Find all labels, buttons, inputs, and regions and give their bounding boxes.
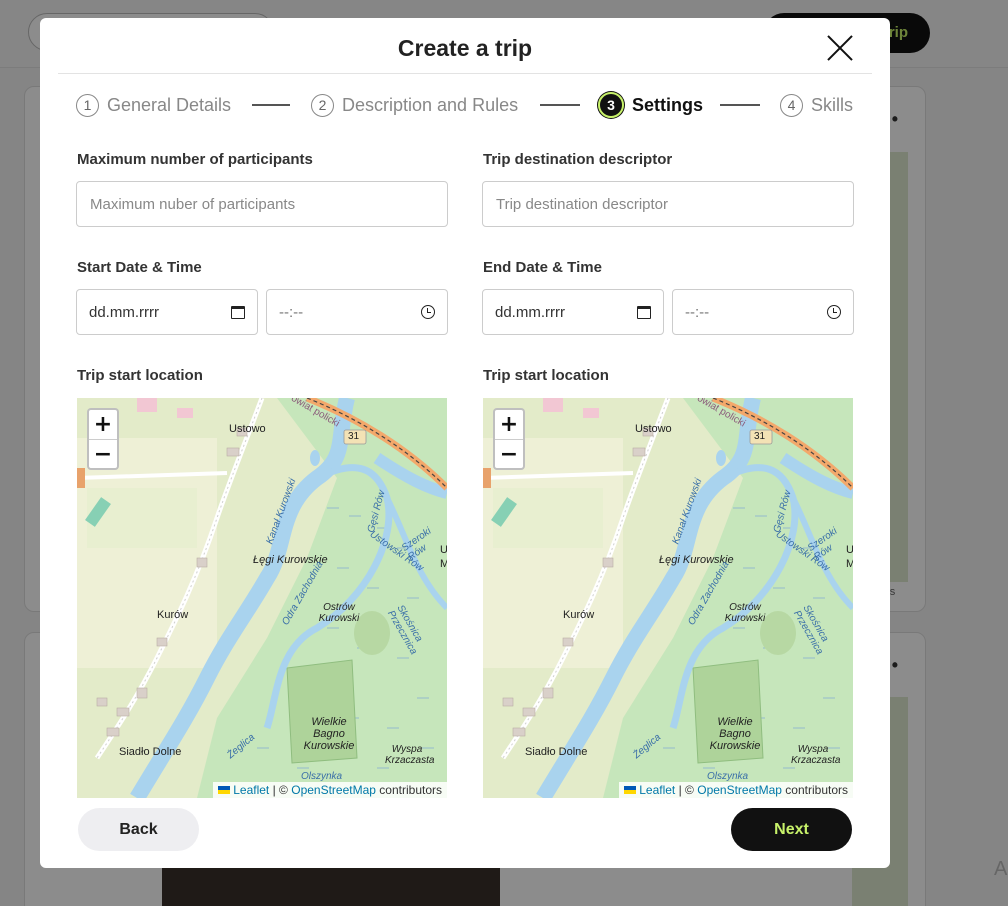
map-label: Wyspa Krzaczasta [791, 744, 841, 766]
step-number: 4 [780, 93, 803, 117]
leaflet-link[interactable]: Leaflet [639, 783, 675, 797]
start-location-label: Trip start location [77, 367, 203, 384]
map-attribution: Leaflet | © OpenStreetMap contributors [212, 782, 447, 798]
end-location-label: Trip start location [483, 367, 609, 384]
map-label: Ustowo [635, 423, 672, 435]
attribution-separator: | © [272, 783, 288, 797]
map-label: U [846, 544, 853, 556]
zoom-out-button[interactable]: − [495, 439, 523, 468]
start-location-map[interactable]: Ustowo Powiat policki 31 Kanał Kurowski … [77, 398, 447, 798]
map-zoom-control: + − [493, 408, 525, 470]
attribution-suffix: contributors [379, 783, 442, 797]
create-trip-modal: Create a trip 1 General Details 2 Descri… [40, 18, 890, 868]
step-number: 3 [598, 92, 624, 118]
end-date-value: dd.mm.rrrr [495, 303, 565, 321]
map-label: Wielkie Bagno Kurowskie [709, 716, 761, 752]
step-number: 1 [76, 93, 99, 117]
map-tiles [483, 398, 853, 798]
calendar-icon[interactable] [637, 305, 651, 319]
end-date-input[interactable]: dd.mm.rrrr [482, 289, 664, 335]
max-participants-input[interactable] [76, 181, 448, 227]
step-settings[interactable]: 3 Settings [598, 92, 703, 118]
map-label: Kurów [563, 609, 595, 621]
destination-label: Trip destination descriptor [483, 151, 673, 168]
start-date-input[interactable]: dd.mm.rrrr [76, 289, 258, 335]
map-zoom-control: + − [87, 408, 119, 470]
map-label: Wyspa Krzaczasta [385, 744, 435, 766]
start-datetime-label: Start Date & Time [77, 259, 202, 276]
close-icon[interactable] [826, 34, 854, 62]
ukraine-flag-icon [217, 786, 230, 794]
max-participants-label: Maximum number of participants [77, 151, 313, 168]
openstreetmap-link[interactable]: OpenStreetMap [291, 783, 376, 797]
modal-header: Create a trip [58, 18, 872, 74]
map-label: Ostrów Kurowski [318, 602, 360, 624]
destination-input[interactable] [482, 181, 854, 227]
calendar-icon[interactable] [231, 305, 245, 319]
map-label: M [846, 558, 853, 570]
leaflet-link[interactable]: Leaflet [233, 783, 269, 797]
map-label: U [440, 544, 447, 556]
modal-title: Create a trip [397, 35, 533, 61]
map-label: Ostrów Kurowski [724, 602, 766, 624]
map-label: M [440, 558, 447, 570]
end-time-value: --:-- [685, 303, 710, 321]
map-road-number: 31 [348, 431, 360, 442]
step-label: Description and Rules [342, 94, 519, 115]
step-general-details[interactable]: 1 General Details [76, 92, 231, 118]
step-label: General Details [107, 94, 232, 115]
step-connector [540, 104, 580, 106]
zoom-out-button[interactable]: − [89, 439, 117, 468]
map-label: Olszynka [707, 771, 749, 782]
map-tiles [77, 398, 447, 798]
step-label: Settings [632, 94, 704, 115]
step-skills[interactable]: 4 Skills [780, 92, 853, 118]
map-label: Siadło Dolne [525, 746, 588, 758]
openstreetmap-link[interactable]: OpenStreetMap [697, 783, 782, 797]
back-button[interactable]: Back [78, 808, 199, 851]
end-location-map[interactable]: Ustowo Powiat policki 31 Kanał Kurowski … [483, 398, 853, 798]
step-description-rules[interactable]: 2 Description and Rules [311, 92, 518, 118]
end-datetime-label: End Date & Time [483, 259, 602, 276]
stepper: 1 General Details 2 Description and Rule… [76, 92, 856, 120]
step-connector [720, 104, 760, 106]
clock-icon[interactable] [827, 305, 841, 319]
map-road-number: 31 [754, 431, 766, 442]
ukraine-flag-icon [623, 786, 636, 794]
next-button[interactable]: Next [731, 808, 852, 851]
zoom-in-button[interactable]: + [89, 410, 117, 439]
attribution-suffix: contributors [785, 783, 848, 797]
step-label: Skills [811, 94, 854, 115]
step-connector [252, 104, 290, 106]
step-number: 2 [311, 93, 334, 117]
zoom-in-button[interactable]: + [495, 410, 523, 439]
end-time-input[interactable]: --:-- [672, 289, 854, 335]
clock-icon[interactable] [421, 305, 435, 319]
start-time-input[interactable]: --:-- [266, 289, 448, 335]
attribution-separator: | © [678, 783, 694, 797]
map-attribution: Leaflet | © OpenStreetMap contributors [618, 782, 853, 798]
map-label: Siadło Dolne [119, 746, 182, 758]
start-time-value: --:-- [279, 303, 304, 321]
start-date-value: dd.mm.rrrr [89, 303, 159, 321]
map-label: Wielkie Bagno Kurowskie [303, 716, 355, 752]
map-label: Olszynka [301, 771, 343, 782]
map-label: Kurów [157, 609, 189, 621]
map-label: Ustowo [229, 423, 266, 435]
